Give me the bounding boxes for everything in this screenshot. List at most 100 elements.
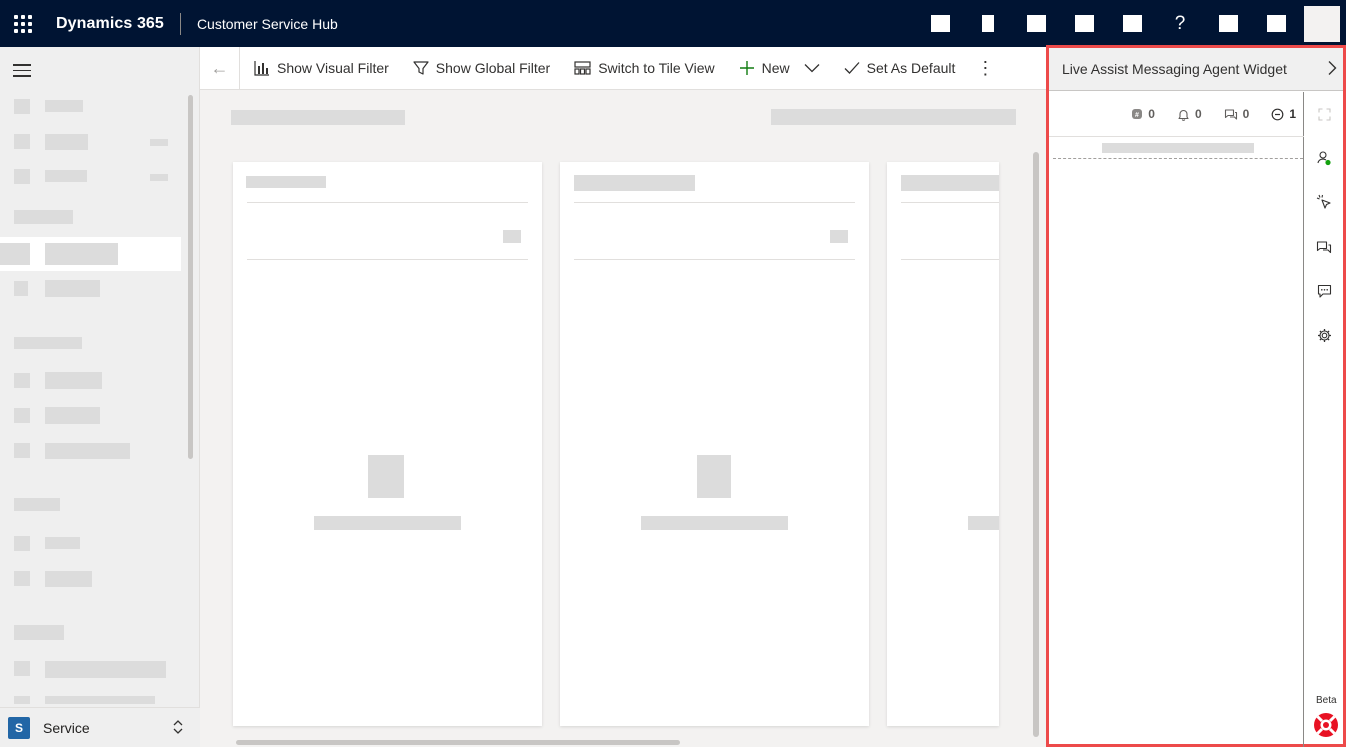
sidebar-item-icon-placeholder [14, 99, 30, 114]
vertical-scrollbar[interactable] [1033, 152, 1039, 737]
show-visual-filter-button[interactable]: Show Visual Filter [240, 47, 401, 90]
sidebar-item-placeholder[interactable] [45, 134, 88, 150]
header-button-7[interactable] [1252, 0, 1300, 47]
card-divider [247, 259, 528, 260]
card-divider [574, 259, 855, 260]
app-launcher-button[interactable] [0, 0, 46, 47]
sidebar-item-placeholder[interactable] [45, 407, 100, 424]
sidebar-item-icon-placeholder [14, 134, 30, 149]
new-dropdown-button[interactable] [796, 47, 832, 90]
sidebar-item-placeholder [150, 174, 168, 181]
empty-state-text-placeholder [968, 516, 999, 530]
loading-placeholder [1102, 143, 1254, 153]
show-global-filter-label: Show Global Filter [435, 60, 551, 76]
stat-status-value: 1 [1289, 107, 1296, 121]
sitemap-sidebar: S Service [0, 47, 200, 747]
sidebar-item-placeholder[interactable] [45, 243, 118, 265]
set-as-default-button[interactable]: Set As Default [832, 47, 968, 90]
lifebuoy-icon [1314, 713, 1338, 737]
message-icon [1317, 284, 1331, 298]
sidebar-scrollbar[interactable] [188, 95, 193, 459]
card-action-placeholder[interactable] [503, 230, 521, 243]
card-divider [901, 259, 999, 260]
set-as-default-label: Set As Default [866, 60, 956, 76]
help-button[interactable]: ? [1156, 0, 1204, 47]
header-button-6[interactable] [1204, 0, 1252, 47]
chevron-up-down-icon [172, 718, 184, 738]
user-avatar[interactable] [1304, 5, 1340, 42]
area-switcher[interactable]: S Service [0, 707, 200, 747]
sidebar-item-placeholder[interactable] [45, 661, 166, 678]
dashed-separator [1053, 158, 1303, 159]
app-name[interactable]: Customer Service Hub [181, 16, 338, 32]
top-navigation-bar: Dynamics 365 Customer Service Hub ? [0, 0, 1346, 47]
collapse-panel-button[interactable] [1327, 60, 1337, 81]
stat-status[interactable]: 1 [1271, 107, 1296, 121]
show-global-filter-button[interactable]: Show Global Filter [401, 47, 562, 90]
help-support-button[interactable] [1313, 712, 1339, 738]
sidebar-item-icon-placeholder [14, 281, 28, 296]
sidebar-item-icon-placeholder [14, 571, 30, 586]
sidebar-item-placeholder[interactable] [45, 280, 100, 297]
back-button[interactable]: ← [200, 46, 240, 90]
card-action-placeholder[interactable] [830, 230, 848, 243]
card-divider [574, 202, 855, 203]
sidebar-item-placeholder[interactable] [45, 696, 155, 704]
stat-notifications[interactable]: 0 [1177, 107, 1202, 121]
sidebar-item-icon-placeholder [14, 696, 30, 704]
more-commands-button[interactable]: ⋮ [975, 47, 995, 90]
stat-badge[interactable]: # 0 [1131, 107, 1155, 121]
command-bar: ← Show Visual Filter Show Global Filter … [200, 46, 1046, 90]
switch-to-tile-view-button[interactable]: Switch to Tile View [562, 47, 726, 90]
new-button[interactable]: New [727, 47, 796, 90]
cursor-click-button[interactable] [1305, 187, 1343, 217]
plus-icon [739, 60, 755, 76]
placeholder-icon [1122, 15, 1142, 32]
widget-header: Live Assist Messaging Agent Widget [1049, 48, 1343, 91]
chat-message-button[interactable] [1305, 276, 1343, 306]
dashboard-card [560, 162, 869, 726]
chats-icon [1224, 108, 1237, 120]
sidebar-item-placeholder[interactable] [45, 100, 83, 112]
chevron-down-icon [804, 60, 820, 76]
header-button-5[interactable] [1108, 0, 1156, 47]
sidebar-item-placeholder[interactable] [45, 443, 130, 459]
conversations-button[interactable] [1305, 232, 1343, 262]
dashboard-title-placeholder [231, 110, 405, 125]
sidebar-item-placeholder[interactable] [45, 372, 102, 389]
sidebar-item-icon-placeholder [14, 443, 30, 458]
stat-conversations[interactable]: 0 [1224, 107, 1249, 121]
sidebar-item-placeholder[interactable] [45, 571, 92, 587]
cursor-click-icon [1316, 194, 1331, 209]
chats-icon [1316, 240, 1332, 253]
stat-badge-value: 0 [1148, 107, 1155, 121]
chart-icon [254, 60, 270, 76]
sidebar-item-placeholder[interactable] [45, 170, 87, 182]
checkmark-icon [844, 61, 860, 75]
dashboard-card [887, 162, 999, 726]
sidebar-item-placeholder[interactable] [45, 537, 80, 549]
chevron-right-icon [1328, 61, 1337, 75]
empty-state-text-placeholder [314, 516, 461, 530]
area-badge: S [8, 716, 30, 739]
hamburger-menu-icon[interactable] [13, 64, 31, 81]
header-button-1[interactable] [916, 0, 964, 47]
expand-button[interactable] [1305, 99, 1343, 129]
header-button-4[interactable] [1060, 0, 1108, 47]
widget-body: # 0 0 0 1 [1049, 92, 1304, 747]
horizontal-scrollbar[interactable] [236, 740, 680, 745]
widget-stats-bar: # 0 0 0 1 [1049, 92, 1304, 137]
dashboard-selector-placeholder[interactable] [771, 109, 1016, 125]
card-title-placeholder [246, 176, 326, 188]
settings-button[interactable] [1305, 320, 1343, 350]
header-button-3[interactable] [1012, 0, 1060, 47]
product-name[interactable]: Dynamics 365 [46, 15, 180, 33]
card-title-placeholder [574, 175, 695, 191]
sidebar-item-icon-placeholder [14, 373, 30, 388]
header-button-2[interactable] [964, 0, 1012, 47]
bell-icon [1178, 109, 1189, 121]
badge-icon: # [1132, 109, 1143, 119]
filter-icon [413, 60, 429, 76]
agent-presence-button[interactable] [1305, 143, 1343, 173]
sidebar-item-icon-placeholder [0, 243, 30, 265]
